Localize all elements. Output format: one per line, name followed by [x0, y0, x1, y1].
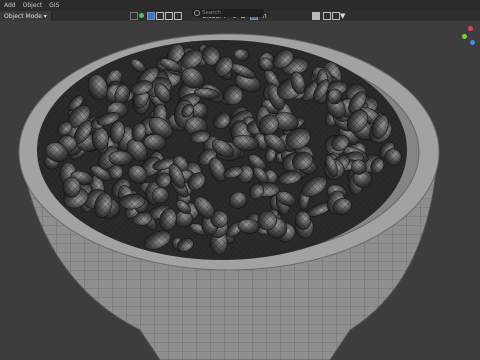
viewport-canvas[interactable]: [0, 0, 480, 360]
